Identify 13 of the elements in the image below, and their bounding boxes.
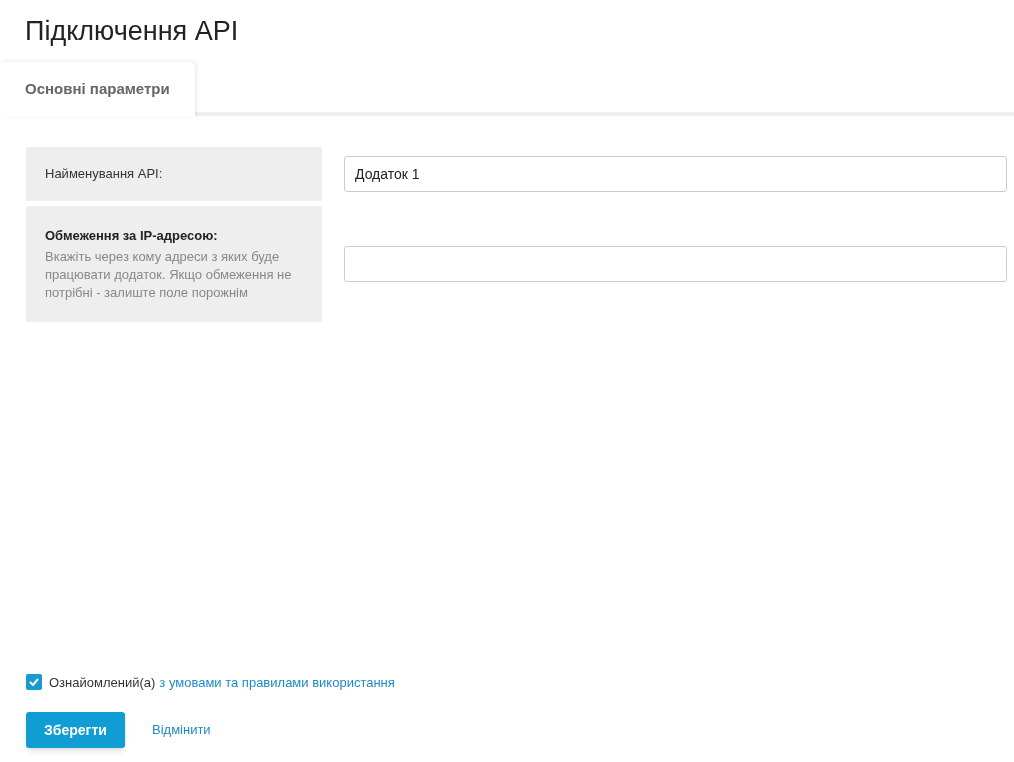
check-icon (29, 678, 39, 687)
field-label: Обмеження за IP-адресою: (45, 227, 219, 245)
input-field[interactable] (344, 245, 1007, 282)
tab[interactable]: Основні параметри (0, 62, 195, 117)
cancel-link[interactable]: Відмінити (152, 720, 211, 740)
save-button[interactable]: Зберегти (26, 712, 125, 748)
agreement-text: Ознайомлений(а) (49, 673, 156, 692)
input-field[interactable]: Додаток 1 (344, 156, 1007, 192)
field-label: Найменування API: (45, 165, 164, 184)
checkbox[interactable] (26, 674, 42, 691)
terms-link[interactable]: з умовами та правилами використання (159, 672, 395, 692)
field-hint: Вкажіть через кому адреси з яких буде працювати додаток. Якщо обмеження не потрібні - залиште поле порожнім (45, 247, 293, 302)
page-title: Підключення API (25, 15, 240, 48)
